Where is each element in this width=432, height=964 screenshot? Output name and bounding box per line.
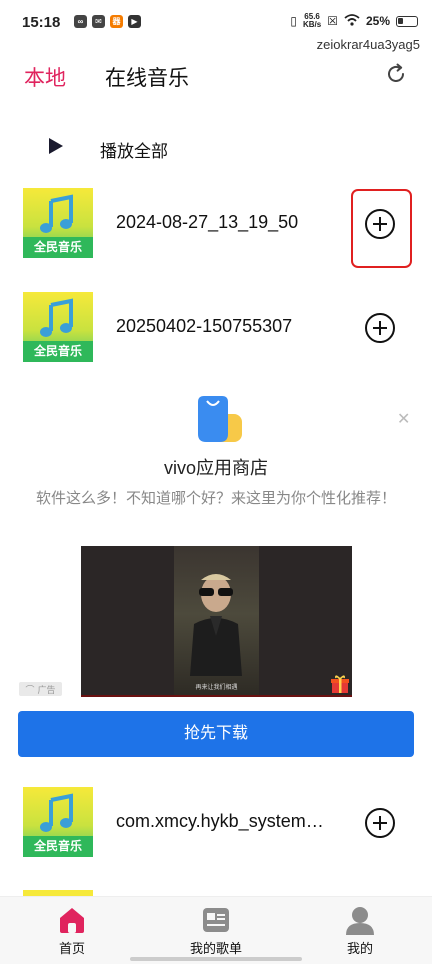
- link-icon: ∞: [74, 15, 87, 28]
- ad-app-name: vivo应用商店: [163, 458, 268, 478]
- nav-home-label: 首页: [58, 941, 85, 956]
- play-all-row[interactable]: 播放全部: [0, 128, 432, 168]
- music-note-icon: [40, 298, 73, 337]
- vibrate-icon: ▯: [290, 14, 297, 28]
- album-cover: 全民音乐: [23, 292, 93, 362]
- ad-badge-icon: ⌒: [25, 684, 35, 695]
- tab-local[interactable]: 本地: [24, 62, 66, 92]
- ad-video[interactable]: 再来让我们相遇: [81, 546, 352, 697]
- notification-icons: ∞ ✉ 器 ▶: [74, 15, 141, 28]
- wifi-icon: [344, 13, 360, 29]
- network-speed-unit: KB/s: [302, 20, 322, 29]
- status-time: 15:18: [22, 14, 61, 31]
- cover-caption: 全民音乐: [33, 344, 82, 358]
- username-label: zeiokrar4ua3yag5: [316, 37, 420, 52]
- vivo-appstore-logo: [198, 396, 242, 442]
- nav-mine[interactable]: 我的: [315, 905, 405, 957]
- play-store-icon: ▶: [128, 15, 141, 28]
- header: 本地 在线音乐: [0, 58, 432, 94]
- play-all-label: 播放全部: [100, 142, 168, 161]
- ad-badge: ⌒ 广告: [19, 682, 62, 696]
- app-notification-icon: 器: [110, 15, 123, 28]
- no-sim-icon: ☒: [327, 14, 338, 28]
- song-title: 2024-08-27_13_19_50: [116, 212, 299, 232]
- home-indicator[interactable]: [130, 957, 302, 961]
- song-item[interactable]: 全民音乐 20250402-150755307: [0, 292, 432, 364]
- home-icon: [60, 908, 84, 933]
- highlight-box: [351, 189, 412, 268]
- music-note-icon: [40, 194, 73, 233]
- add-icon[interactable]: [364, 807, 396, 839]
- ad-video-caption: 再来让我们相遇: [195, 685, 238, 691]
- ad-progress-bar: [81, 695, 352, 697]
- cover-caption: 全民音乐: [33, 839, 82, 853]
- status-bar: 15:18 ∞ ✉ 器 ▶ ▯ 65.6 KB/s ☒ 25% zeiokrar…: [0, 0, 432, 56]
- nav-mine-label: 我的: [346, 941, 373, 956]
- battery-percent: 25%: [365, 14, 390, 28]
- music-note-icon: [40, 793, 73, 832]
- cover-caption: 全民音乐: [33, 240, 82, 254]
- album-cover: 全民音乐: [23, 188, 93, 258]
- download-button[interactable]: 抢先下载: [18, 711, 414, 757]
- playlist-icon: [203, 908, 229, 932]
- nav-home[interactable]: 首页: [27, 905, 117, 957]
- add-icon[interactable]: [364, 312, 396, 344]
- play-icon: [49, 138, 63, 154]
- ad-video-frame: 再来让我们相遇: [174, 546, 259, 697]
- refresh-icon[interactable]: [384, 62, 408, 86]
- ad-person-image: [190, 574, 242, 676]
- network-speed: 65.6 KB/s: [303, 13, 321, 29]
- tab-online[interactable]: 在线音乐: [105, 62, 189, 92]
- song-title: com.xmcy.hykb_system…: [116, 811, 324, 831]
- song-item[interactable]: 全民音乐 com.xmcy.hykb_system…: [0, 787, 432, 859]
- song-title: 20250402-150755307: [116, 316, 293, 336]
- battery-icon: [396, 15, 418, 27]
- gift-icon[interactable]: [330, 674, 350, 694]
- status-right: ▯ 65.6 KB/s ☒ 25%: [290, 13, 418, 29]
- mail-icon: ✉: [92, 15, 105, 28]
- nav-playlist-label: 我的歌单: [189, 941, 242, 956]
- nav-playlist[interactable]: 我的歌单: [171, 905, 261, 957]
- ad-badge-text: 广告: [37, 684, 56, 695]
- album-cover: 全民音乐: [23, 787, 93, 857]
- ad-description: 软件这么多！不知道哪个好？来这里为你个性化推荐！: [35, 490, 396, 507]
- bottom-nav: 首页 我的歌单 我的: [0, 896, 432, 964]
- person-icon: [346, 907, 374, 935]
- close-ad-icon[interactable]: ✕: [397, 409, 410, 429]
